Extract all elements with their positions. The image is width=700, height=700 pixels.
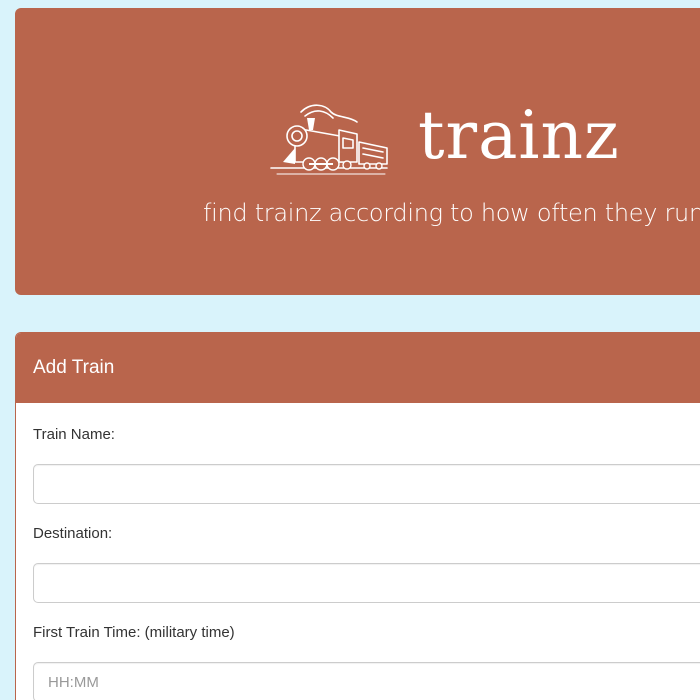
hero-banner: trainz find trainz according to how ofte… [15, 8, 700, 295]
first-train-time-input[interactable] [33, 662, 700, 700]
first-train-time-group: First Train Time: (military time) [33, 623, 700, 700]
train-name-group: Train Name: [33, 425, 700, 504]
train-name-input[interactable] [33, 464, 700, 504]
destination-group: Destination: [33, 524, 700, 603]
panel-heading: Add Train [16, 333, 700, 403]
app-subtitle: find trainz according to how often they … [203, 199, 700, 227]
app-title: trainz [418, 97, 620, 174]
first-train-time-label: First Train Time: (military time) [33, 624, 235, 641]
destination-label: Destination: [33, 525, 113, 542]
add-train-panel: Add Train Train Name: Destination: First… [15, 332, 700, 700]
train-name-label: Train Name: [33, 426, 115, 443]
destination-input[interactable] [33, 563, 700, 603]
steam-locomotive-icon [270, 104, 388, 175]
